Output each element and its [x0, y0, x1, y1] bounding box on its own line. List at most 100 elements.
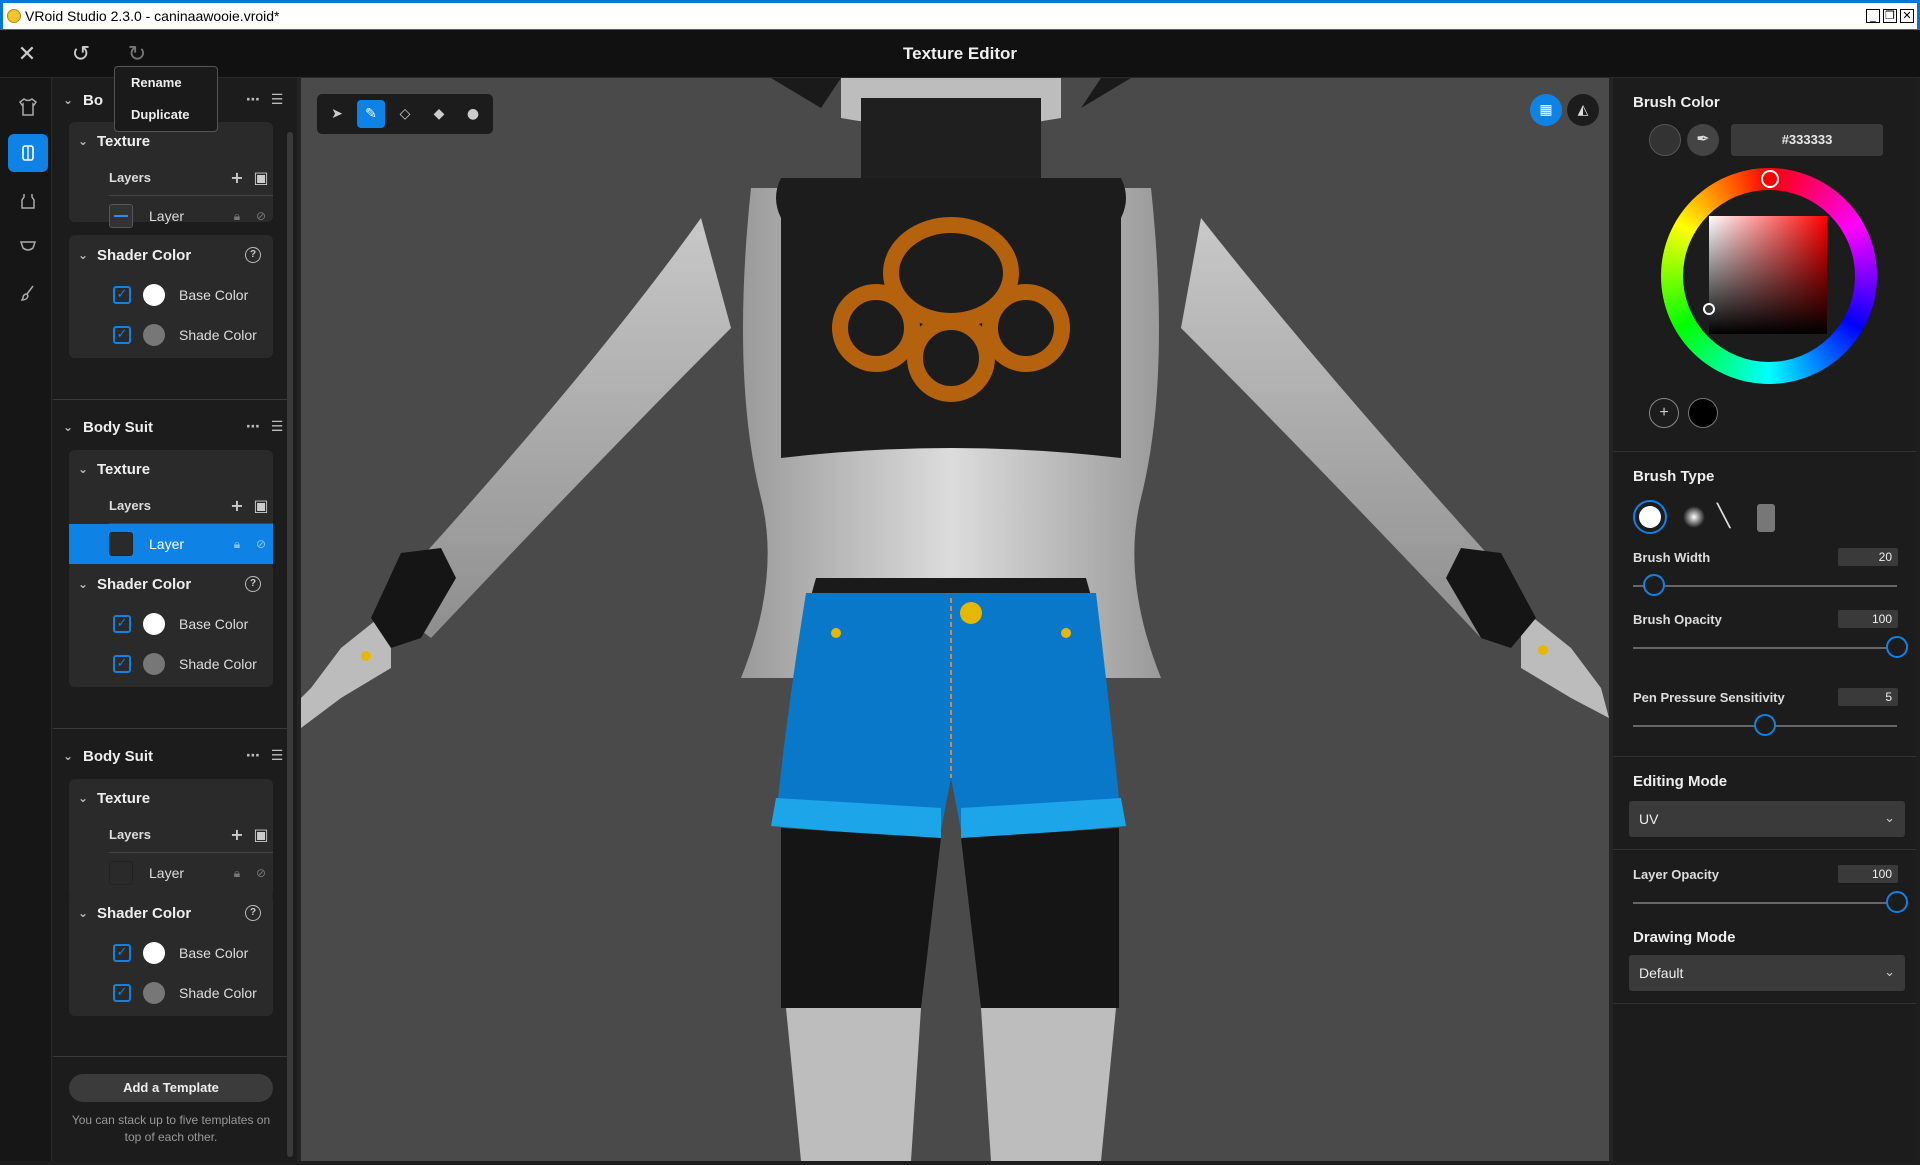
base-color-swatch[interactable]	[143, 613, 165, 635]
add-layer-icon[interactable]: +	[225, 496, 249, 515]
brush-opacity-slider[interactable]	[1633, 636, 1908, 658]
base-color-swatch[interactable]	[143, 942, 165, 964]
base-color-row[interactable]: ✓ Base Color	[69, 933, 273, 973]
checkbox[interactable]: ✓	[113, 944, 131, 962]
checkbox[interactable]: ✓	[113, 984, 131, 1002]
close-window-button[interactable]: ✕	[1900, 9, 1914, 23]
lock-icon[interactable]: 🔒︎	[225, 537, 249, 552]
pen-pressure-value[interactable]: 5	[1838, 688, 1898, 706]
bottom-icon[interactable]	[8, 228, 48, 266]
chevron-down-icon[interactable]: ⌄	[69, 906, 97, 920]
add-image-icon[interactable]: ▣	[249, 168, 273, 187]
3d-viewport[interactable]: ➤ ✎ ◇ ◆ ● ▦ ◭	[297, 78, 1613, 1161]
checkbox[interactable]: ✓	[113, 326, 131, 344]
mirror-icon[interactable]: ◭	[1567, 94, 1599, 126]
checkbox[interactable]: ✓	[113, 286, 131, 304]
brush-width-value[interactable]: 20	[1838, 548, 1898, 566]
help-icon[interactable]: ?	[245, 905, 261, 921]
line-brush-icon[interactable]: ╲	[1717, 504, 1743, 530]
settings-sliders-icon[interactable]: ☰	[265, 748, 289, 764]
layer-opacity-value[interactable]: 100	[1838, 865, 1898, 883]
chevron-down-icon[interactable]: ⌄	[53, 93, 83, 107]
brush-opacity-value[interactable]: 100	[1838, 610, 1898, 628]
slider-knob[interactable]	[1754, 714, 1776, 736]
chevron-down-icon[interactable]: ⌄	[69, 577, 97, 591]
chevron-down-icon[interactable]: ⌄	[69, 462, 97, 476]
eraser-tool-icon[interactable]: ◇	[391, 100, 419, 128]
maximize-button[interactable]: ❐	[1883, 9, 1897, 23]
uv-grid-icon[interactable]: ▦	[1530, 94, 1562, 126]
select-tool-icon[interactable]: ➤	[323, 100, 351, 128]
pen-pressure-slider[interactable]	[1633, 714, 1897, 736]
lock-icon[interactable]: 🔒︎	[225, 866, 249, 881]
section-header[interactable]: ⌄ Body Suit ⋯ ☰	[53, 734, 289, 778]
more-icon[interactable]: ⋯	[241, 748, 265, 764]
layer-opacity-slider[interactable]	[1633, 891, 1908, 913]
shade-color-row[interactable]: ✓ Shade Color	[69, 973, 273, 1013]
duplicate-menu-item[interactable]: Duplicate	[115, 99, 217, 131]
add-image-icon[interactable]: ▣	[249, 825, 273, 844]
add-image-icon[interactable]: ▣	[249, 496, 273, 515]
add-layer-icon[interactable]: +	[225, 825, 249, 844]
top-icon[interactable]	[8, 182, 48, 220]
current-color-swatch[interactable]	[1649, 124, 1681, 156]
chevron-down-icon[interactable]: ⌄	[69, 791, 97, 805]
slider-knob[interactable]	[1643, 574, 1666, 596]
context-menu: Rename Duplicate	[114, 66, 218, 132]
checkbox[interactable]: ✓	[113, 615, 131, 633]
base-color-swatch[interactable]	[143, 284, 165, 306]
more-icon[interactable]: ⋯	[241, 419, 265, 435]
saturation-value-square[interactable]	[1709, 216, 1827, 334]
section-header[interactable]: ⌄ Body Suit ⋯ ☰	[53, 405, 289, 449]
minimize-button[interactable]: _	[1866, 9, 1880, 23]
hidden-eye-icon[interactable]: ⊘	[249, 209, 273, 223]
editing-mode-select[interactable]: UV ⌄	[1629, 801, 1905, 837]
add-swatch-icon[interactable]: +	[1649, 398, 1679, 428]
more-icon[interactable]: ⋯	[241, 92, 265, 108]
chevron-down-icon[interactable]: ⌄	[53, 420, 83, 434]
shade-color-row[interactable]: ✓ Shade Color	[69, 644, 273, 684]
pen-tool-icon[interactable]: ✎	[357, 100, 385, 128]
brush-width-slider[interactable]	[1633, 574, 1897, 596]
hue-handle[interactable]	[1761, 170, 1779, 188]
brush-icon[interactable]	[8, 274, 48, 312]
hidden-eye-icon[interactable]: ⊘	[249, 866, 273, 880]
settings-sliders-icon[interactable]: ☰	[265, 419, 289, 435]
chevron-down-icon[interactable]: ⌄	[69, 134, 97, 148]
layer-row[interactable]: Layer 🔒︎ ⊘	[109, 196, 273, 236]
fill-tool-icon[interactable]: ◆	[425, 100, 453, 128]
hard-brush-icon[interactable]	[1633, 500, 1667, 534]
eyedropper-icon[interactable]: ✒	[1687, 124, 1719, 156]
dropper-tool-icon[interactable]: ●	[459, 100, 487, 128]
hex-input[interactable]: #333333	[1731, 124, 1883, 156]
layers-scrollbar[interactable]	[287, 132, 293, 1157]
rename-menu-item[interactable]: Rename	[115, 67, 217, 99]
shirt-icon[interactable]	[8, 88, 48, 126]
slider-knob[interactable]	[1886, 891, 1908, 913]
help-icon[interactable]: ?	[245, 576, 261, 592]
shade-color-swatch[interactable]	[143, 324, 165, 346]
help-icon[interactable]: ?	[245, 247, 261, 263]
saved-swatch[interactable]	[1688, 398, 1718, 428]
shade-color-row[interactable]: ✓ Shade Color	[69, 315, 273, 355]
slider-knob[interactable]	[1886, 636, 1908, 658]
base-color-row[interactable]: ✓ Base Color	[69, 604, 273, 644]
texture-brush-icon[interactable]	[1757, 504, 1775, 532]
layer-row-selected[interactable]: Layer 🔒︎ ⊘	[69, 524, 273, 564]
shade-color-swatch[interactable]	[143, 982, 165, 1004]
hidden-eye-icon[interactable]: ⊘	[249, 537, 273, 551]
lock-icon[interactable]: 🔒︎	[225, 209, 249, 224]
color-handle[interactable]	[1703, 303, 1715, 315]
checkbox[interactable]: ✓	[113, 655, 131, 673]
layer-row[interactable]: Layer 🔒︎ ⊘	[109, 853, 273, 893]
add-layer-icon[interactable]: +	[225, 168, 249, 187]
chevron-down-icon[interactable]: ⌄	[53, 749, 83, 763]
chevron-down-icon[interactable]: ⌄	[69, 248, 97, 262]
base-color-row[interactable]: ✓ Base Color	[69, 275, 273, 315]
settings-sliders-icon[interactable]: ☰	[265, 92, 289, 108]
bodysuit-icon[interactable]	[8, 134, 48, 172]
drawing-mode-select[interactable]: Default ⌄	[1629, 955, 1905, 991]
shade-color-swatch[interactable]	[143, 653, 165, 675]
soft-brush-icon[interactable]	[1683, 506, 1705, 528]
add-template-button[interactable]: Add a Template	[69, 1074, 273, 1102]
